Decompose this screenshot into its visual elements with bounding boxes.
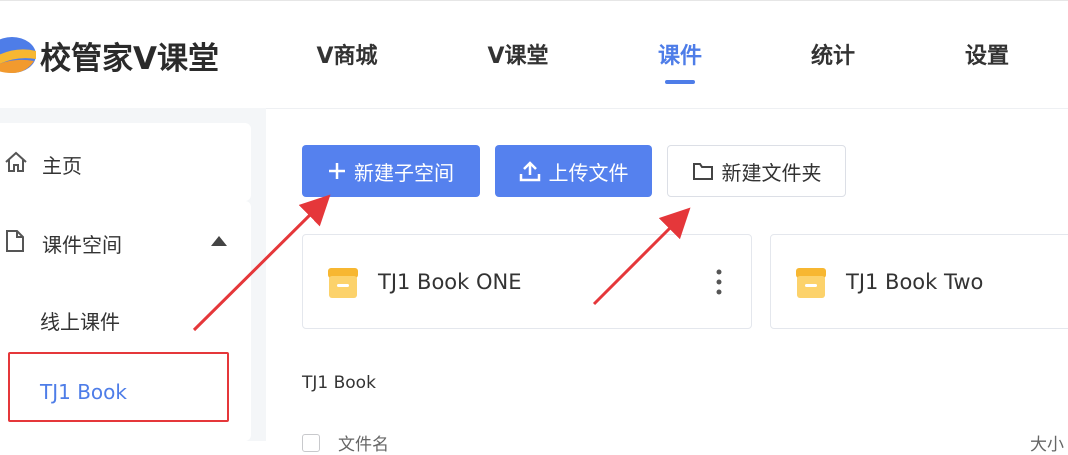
sidebar-home-label: 主页 xyxy=(42,154,82,178)
upload-icon xyxy=(519,161,540,182)
archive-box-icon xyxy=(328,268,358,298)
nav-v-classroom[interactable]: V课堂 xyxy=(487,38,548,70)
select-all-checkbox[interactable] xyxy=(302,434,320,452)
home-icon xyxy=(5,151,27,172)
logo-text: 校管家V课堂 xyxy=(40,40,219,77)
document-icon xyxy=(6,230,24,252)
column-header-size: 大小 xyxy=(1030,435,1064,455)
new-subspace-button[interactable]: 新建子空间 xyxy=(302,145,480,197)
logo-icon xyxy=(0,37,36,73)
sidebar-item-home[interactable]: 主页 xyxy=(0,123,251,201)
folder-name: TJ1 Book ONE xyxy=(378,270,522,294)
folder-icon xyxy=(692,163,713,180)
folder-card[interactable]: TJ1 Book Two xyxy=(770,234,1068,329)
logo[interactable]: 校管家V课堂 xyxy=(0,30,219,80)
nav-active-indicator xyxy=(665,80,695,84)
nav-v-mall[interactable]: V商城 xyxy=(316,38,377,70)
archive-box-icon xyxy=(796,268,826,298)
more-vertical-icon[interactable] xyxy=(715,269,723,295)
nav-courseware[interactable]: 课件 xyxy=(658,38,702,70)
sidebar-space-label[interactable]: 课件空间 xyxy=(42,229,122,258)
folder-card[interactable]: TJ1 Book ONE xyxy=(302,234,752,329)
breadcrumb: TJ1 Book xyxy=(302,373,376,393)
nav-statistics[interactable]: 统计 xyxy=(811,38,855,70)
header-top-border xyxy=(0,0,1068,1)
annotation-highlight-box xyxy=(8,352,229,422)
top-header: 校管家V课堂 V商城 V课堂 课件 统计 设置 xyxy=(0,0,1068,109)
folder-name: TJ1 Book Two xyxy=(846,270,984,294)
column-header-filename: 文件名 xyxy=(338,435,389,455)
collapse-caret-icon[interactable] xyxy=(211,236,227,246)
new-folder-label: 新建文件夹 xyxy=(721,160,822,185)
upload-file-label: 上传文件 xyxy=(548,160,629,185)
nav-settings[interactable]: 设置 xyxy=(965,38,1009,70)
new-subspace-label: 新建子空间 xyxy=(354,160,454,185)
upload-file-button[interactable]: 上传文件 xyxy=(495,145,652,197)
new-folder-button[interactable]: 新建文件夹 xyxy=(667,145,846,197)
sidebar-item-online-courseware[interactable]: 线上课件 xyxy=(40,306,120,335)
plus-icon xyxy=(329,163,345,179)
